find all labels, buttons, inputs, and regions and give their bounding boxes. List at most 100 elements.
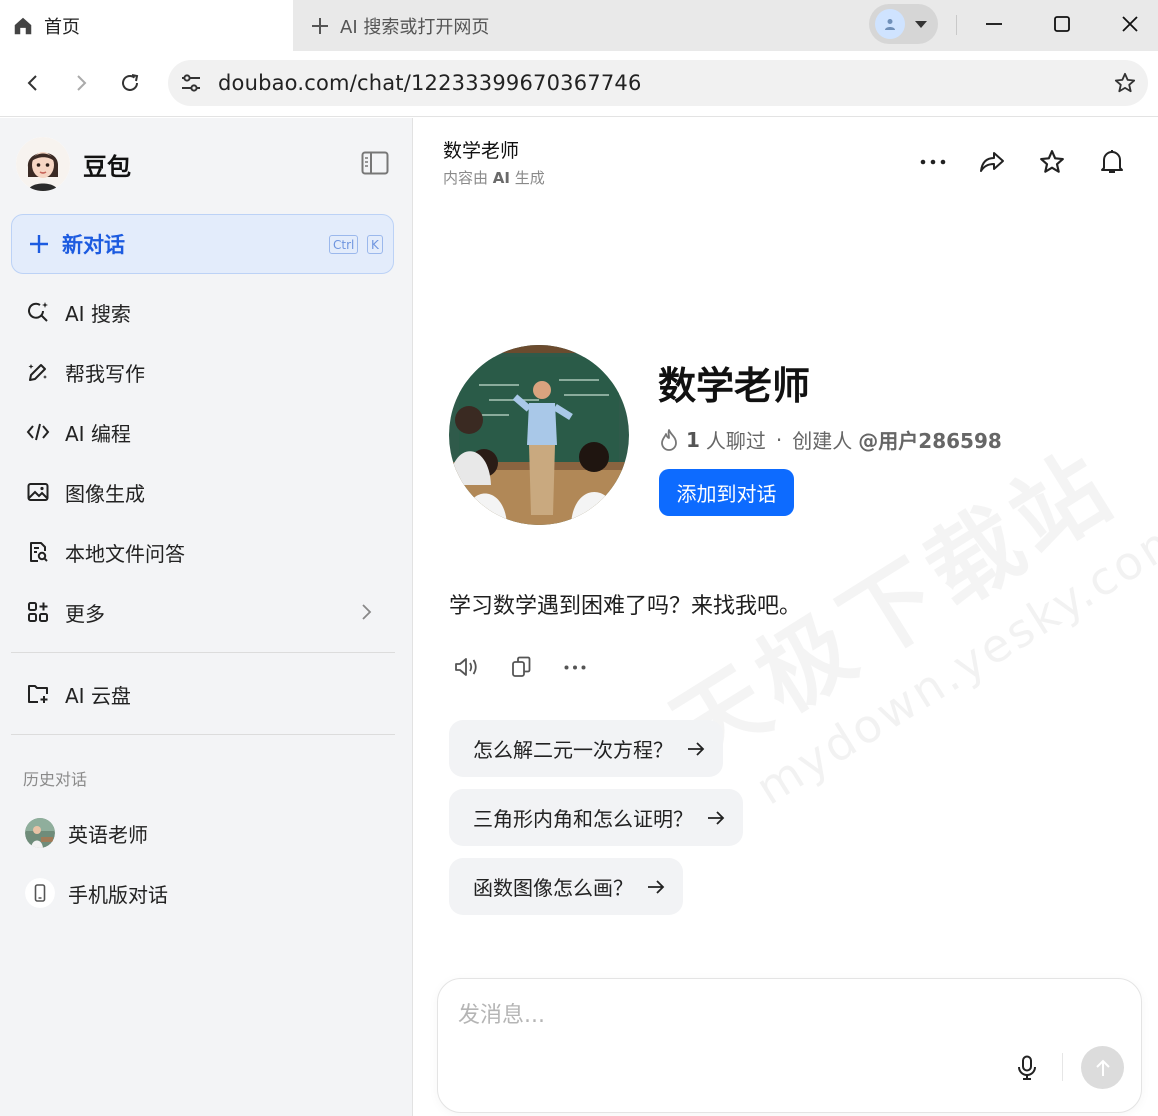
reload-button[interactable] (113, 66, 147, 100)
phone-icon (25, 878, 55, 908)
shortcut-key-k: K (367, 235, 383, 254)
suggestion-chip[interactable]: 三角形内角和怎么证明？ (449, 789, 743, 846)
history-item-mobile-chat[interactable]: 手机版对话 (11, 867, 394, 919)
suggestion-chip[interactable]: 函数图像怎么画？ (449, 858, 683, 915)
sidebar-item-label: 帮我写作 (65, 361, 145, 386)
tab-home[interactable]: 首页 (0, 0, 293, 51)
bot-meta: 1 人聊过 · 创建人 @用户286598 (660, 425, 1002, 454)
sidebar-toggle-icon[interactable] (361, 151, 389, 175)
subtitle-ai: AI (492, 169, 510, 187)
arrow-up-icon (1095, 1059, 1110, 1076)
maximize-button[interactable] (1028, 0, 1096, 48)
sidebar-item-coding[interactable]: AI 编程 (11, 406, 394, 458)
suggestion-text: 怎么解二元一次方程？ (473, 738, 673, 762)
more-options-button[interactable] (917, 146, 949, 178)
sidebar-item-label: 本地文件问答 (65, 541, 185, 566)
back-button[interactable] (16, 66, 50, 100)
shortcut-key-ctrl: Ctrl (329, 235, 359, 254)
add-to-chat-button[interactable]: 添加到对话 (659, 469, 794, 516)
sidebar-item-ai-search[interactable]: AI 搜索 (11, 286, 394, 338)
sidebar-item-cloud[interactable]: AI 云盘 (11, 668, 394, 720)
notification-button[interactable] (1096, 146, 1128, 178)
plus-icon (312, 17, 328, 34)
address-bar-row: doubao.com/chat/12233399670367746 (0, 51, 1158, 117)
welcome-message: 学习数学遇到困难了吗？来找我吧。 (449, 594, 802, 619)
sidebar-item-writing[interactable]: 帮我写作 (11, 346, 394, 398)
ai-search-icon (25, 299, 51, 325)
sidebar-item-label: 图像生成 (65, 481, 145, 506)
arrow-right-icon (648, 879, 665, 894)
close-button[interactable] (1096, 0, 1158, 48)
doubao-avatar (16, 137, 70, 191)
sidebar: 豆包 新对话 Ctrl K AI 搜索 帮我写作 AI 编程 图像生成 本地文件… (0, 118, 413, 1116)
sidebar-item-label: AI 云盘 (65, 683, 131, 708)
microphone-icon (1018, 1055, 1036, 1080)
suggestion-chip[interactable]: 怎么解二元一次方程？ (449, 720, 723, 777)
image-icon (25, 479, 51, 505)
chat-count: 1 (686, 427, 700, 452)
message-more-button[interactable] (561, 653, 589, 681)
window-controls-separator (956, 15, 957, 35)
new-chat-button[interactable]: 新对话 Ctrl K (11, 214, 394, 274)
copy-button[interactable] (507, 653, 535, 681)
subtitle-prefix: 内容由 (443, 169, 489, 187)
creator-prefix: 创建人 (792, 429, 853, 453)
cloud-drive-icon (25, 681, 51, 707)
share-button[interactable] (976, 146, 1008, 178)
bot-name: 数学老师 (658, 364, 811, 408)
profile-avatar-icon (875, 9, 905, 39)
chat-main: 数学老师 内容由 AI 生成 数学老师 1 人聊过 · 创建人 @用户28659… (414, 118, 1158, 1116)
sidebar-divider (11, 652, 395, 653)
bell-icon (1101, 150, 1123, 173)
copy-icon (512, 656, 531, 677)
history-section-title: 历史对话 (23, 770, 88, 789)
creator-name[interactable]: @用户286598 (858, 425, 1002, 454)
suggestion-text: 函数图像怎么画？ (473, 876, 633, 900)
tab-home-label: 首页 (44, 16, 80, 38)
history-item-english-teacher[interactable]: 英语老师 (11, 807, 394, 859)
sidebar-divider (11, 734, 395, 735)
read-aloud-button[interactable] (453, 653, 481, 681)
chat-header-subtitle: 内容由 AI 生成 (443, 167, 545, 188)
new-chat-label: 新对话 (62, 233, 125, 257)
message-composer (437, 978, 1142, 1113)
tab-new[interactable]: AI 搜索或打开网页 (310, 0, 489, 51)
favorite-button[interactable] (1036, 146, 1068, 178)
history-item-label: 英语老师 (68, 822, 148, 847)
composer-separator (1062, 1053, 1063, 1081)
site-settings-icon[interactable] (180, 72, 202, 94)
url-text[interactable]: doubao.com/chat/12233399670367746 (218, 71, 642, 95)
chat-header-title: 数学老师 (443, 140, 520, 162)
file-search-icon (25, 539, 51, 565)
bookmark-star-icon[interactable] (1114, 72, 1136, 94)
sidebar-item-more[interactable]: 更多 (11, 586, 394, 638)
speaker-icon (455, 658, 477, 676)
maximize-icon (1054, 16, 1070, 32)
brand-name: 豆包 (83, 152, 131, 181)
suggestion-text: 三角形内角和怎么证明？ (473, 807, 693, 831)
fire-icon (661, 428, 677, 451)
sidebar-item-image-gen[interactable]: 图像生成 (11, 466, 394, 518)
send-button[interactable] (1081, 1046, 1124, 1089)
close-icon (1122, 16, 1138, 32)
brand[interactable]: 豆包 (16, 137, 131, 191)
profile-menu-button[interactable] (869, 4, 938, 44)
forward-button[interactable] (64, 66, 98, 100)
message-input[interactable] (458, 997, 998, 1033)
history-item-label: 手机版对话 (68, 882, 168, 907)
sidebar-item-local-file[interactable]: 本地文件问答 (11, 526, 394, 578)
plus-icon (30, 235, 48, 253)
sidebar-item-label: AI 编程 (65, 421, 131, 446)
url-bar[interactable]: doubao.com/chat/12233399670367746 (168, 60, 1148, 106)
grid-icon (25, 599, 51, 625)
voice-input-button[interactable] (1012, 1053, 1042, 1083)
tab-new-label: AI 搜索或打开网页 (340, 16, 490, 38)
code-icon (25, 419, 51, 445)
star-icon (1040, 150, 1064, 173)
reload-icon (122, 74, 139, 91)
subtitle-suffix: 生成 (514, 169, 545, 187)
chevron-right-icon (362, 604, 372, 620)
chevron-down-icon (915, 20, 927, 28)
minimize-button[interactable] (960, 0, 1028, 48)
sidebar-item-label: AI 搜索 (65, 301, 131, 326)
